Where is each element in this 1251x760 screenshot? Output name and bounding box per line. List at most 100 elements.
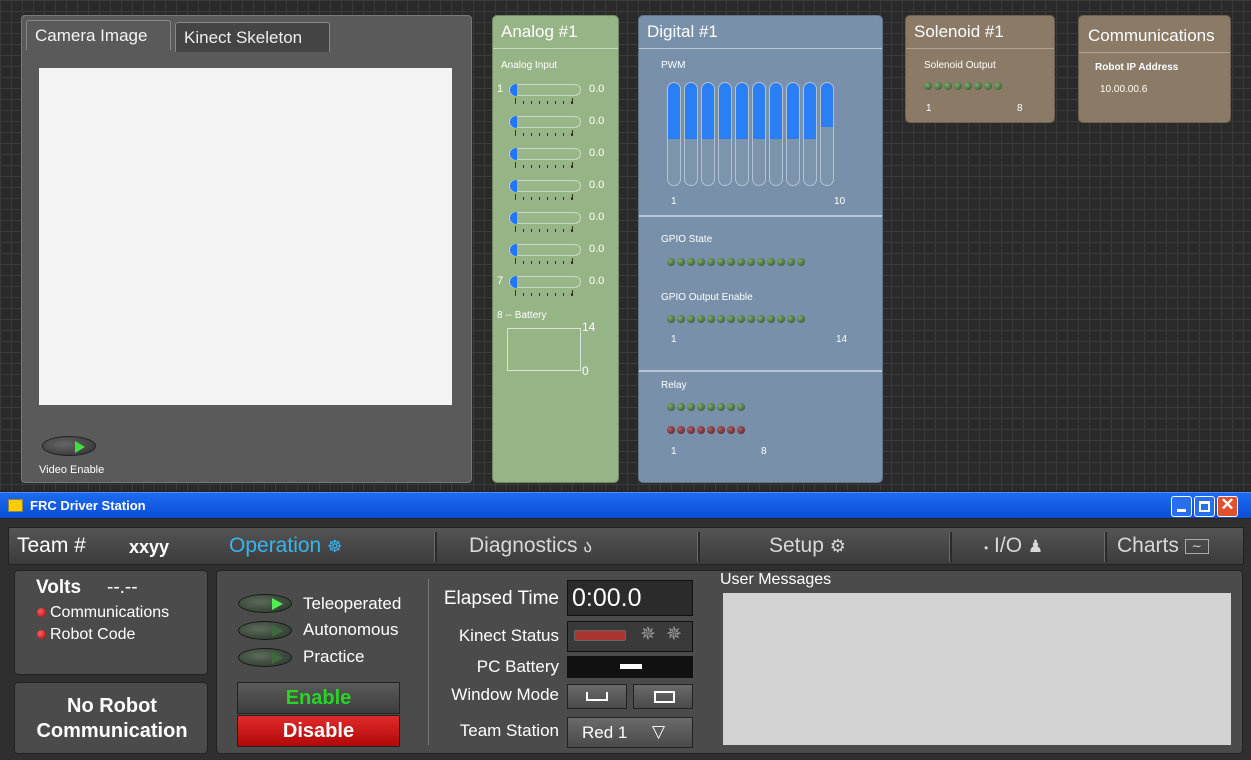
analog-value: 0.0	[589, 243, 605, 255]
pwm-bar	[735, 82, 749, 186]
communications-label: Communications	[50, 604, 170, 621]
gear-icon: ⚙	[829, 536, 846, 556]
analog-panel: Analog #1 Analog Input 1 0.0 0.0 0.0 0.0 0.0 0…	[492, 15, 619, 483]
led-indicator	[727, 426, 735, 434]
tab-charts-label: Charts	[1117, 534, 1179, 557]
communications-panel: Communications Robot IP Address 10.00.00…	[1078, 15, 1231, 123]
led-indicator	[737, 403, 745, 411]
analog-slider	[509, 180, 581, 192]
gpio-output-leds	[667, 315, 805, 323]
battery-gauge	[507, 328, 581, 371]
disable-button[interactable]: Disable	[237, 715, 400, 747]
analog-scale	[515, 290, 573, 296]
practice-label: Practice	[303, 647, 365, 666]
pwm-bar	[701, 82, 715, 186]
tab-operation-label: Operation	[229, 534, 322, 557]
tab-kinect-skeleton[interactable]: Kinect Skeleton	[175, 22, 330, 52]
relay-start: 1	[671, 446, 677, 457]
tab-charts[interactable]: Charts ∼	[1117, 534, 1209, 558]
led-indicator	[707, 315, 715, 323]
analog-value: 0.0	[589, 211, 605, 223]
tab-diagnostics[interactable]: Diagnostics ა	[469, 534, 592, 558]
stethoscope-icon: ა	[583, 537, 593, 556]
analog-slider-knob	[510, 276, 517, 288]
pwm-bar-fill	[821, 83, 833, 127]
led-indicator	[697, 426, 705, 434]
pwm-bar-fill	[804, 83, 816, 140]
tab-camera-image[interactable]: Camera Image	[26, 20, 171, 50]
led-indicator	[687, 258, 695, 266]
led-indicator	[697, 403, 705, 411]
practice-button[interactable]	[238, 648, 292, 667]
maximize-icon[interactable]	[1194, 496, 1215, 517]
led-indicator	[717, 315, 725, 323]
close-icon[interactable]: ✕	[1217, 495, 1238, 517]
autonomous-button[interactable]	[238, 621, 292, 640]
status-panel: Volts --.-- Communications Robot Code	[14, 570, 208, 675]
tab-setup[interactable]: Setup ⚙	[769, 534, 846, 558]
minimize-icon[interactable]	[1171, 496, 1192, 517]
led-indicator	[787, 315, 795, 323]
analog-slider	[509, 84, 581, 96]
pwm-bar	[752, 82, 766, 186]
led-indicator	[717, 426, 725, 434]
pc-battery-label: PC Battery	[476, 657, 559, 676]
autonomous-label: Autonomous	[303, 620, 399, 639]
teleoperated-button[interactable]	[238, 594, 292, 613]
analog-slider-knob	[510, 212, 517, 224]
volts-value: --.--	[107, 577, 138, 598]
window-mode-full-button[interactable]	[633, 684, 693, 709]
led-indicator	[767, 258, 775, 266]
dock-icon	[586, 692, 608, 701]
analog-slider-knob	[510, 244, 517, 256]
divider	[1104, 532, 1107, 562]
tab-operation[interactable]: Operation ☸	[229, 534, 342, 558]
led-indicator	[797, 258, 805, 266]
window-mode-label: Window Mode	[451, 685, 559, 704]
kinect-icon	[574, 630, 626, 641]
led-indicator	[777, 315, 785, 323]
led-indicator	[984, 82, 992, 90]
pwm-bar	[786, 82, 800, 186]
led-indicator	[667, 403, 675, 411]
no-robot-line1: No Robot	[67, 695, 157, 717]
power-plug-icon	[620, 664, 642, 669]
led-indicator	[757, 315, 765, 323]
battery-max: 14	[582, 320, 596, 334]
analog-value: 0.0	[589, 179, 605, 191]
analog-slider-knob	[510, 148, 517, 160]
robot-ip-label: Robot IP Address	[1095, 62, 1179, 73]
pwm-end: 10	[834, 196, 846, 207]
video-enable-button[interactable]	[42, 436, 96, 456]
team-label: Team #	[17, 534, 86, 557]
no-robot-line2: Communication	[36, 720, 188, 742]
analog-channel-number: 1	[497, 83, 504, 95]
led-indicator	[727, 315, 735, 323]
window-mode-docked-button[interactable]	[567, 684, 627, 709]
analog-slider	[509, 148, 581, 160]
analog-slider-knob	[510, 84, 517, 96]
tab-io[interactable]: • I/O ♟	[984, 534, 1043, 558]
analog-input-label: Analog Input	[501, 60, 558, 71]
analog-value: 0.0	[589, 115, 605, 127]
enable-button[interactable]: Enable	[237, 682, 400, 714]
led-indicator	[944, 82, 952, 90]
led-indicator	[737, 426, 745, 434]
gpio-state-leds	[667, 258, 805, 266]
analog-value: 0.0	[589, 147, 605, 159]
solenoid-output-label: Solenoid Output	[924, 60, 996, 71]
pwm-bar	[803, 82, 817, 186]
chevron-down-icon: ▽	[652, 722, 666, 741]
led-indicator	[974, 82, 982, 90]
gpio-output-label: GPIO Output Enable	[661, 292, 753, 303]
led-indicator	[687, 426, 695, 434]
solenoid-end: 8	[1017, 103, 1023, 114]
team-number[interactable]: xxyy	[129, 537, 169, 558]
team-station-value: Red 1	[582, 723, 628, 742]
divider	[639, 215, 882, 217]
led-indicator	[727, 403, 735, 411]
led-indicator	[954, 82, 962, 90]
team-station-select[interactable]: Red 1 ▽	[567, 717, 693, 748]
skeleton-icon: ✵	[666, 624, 682, 645]
led-indicator	[677, 258, 685, 266]
